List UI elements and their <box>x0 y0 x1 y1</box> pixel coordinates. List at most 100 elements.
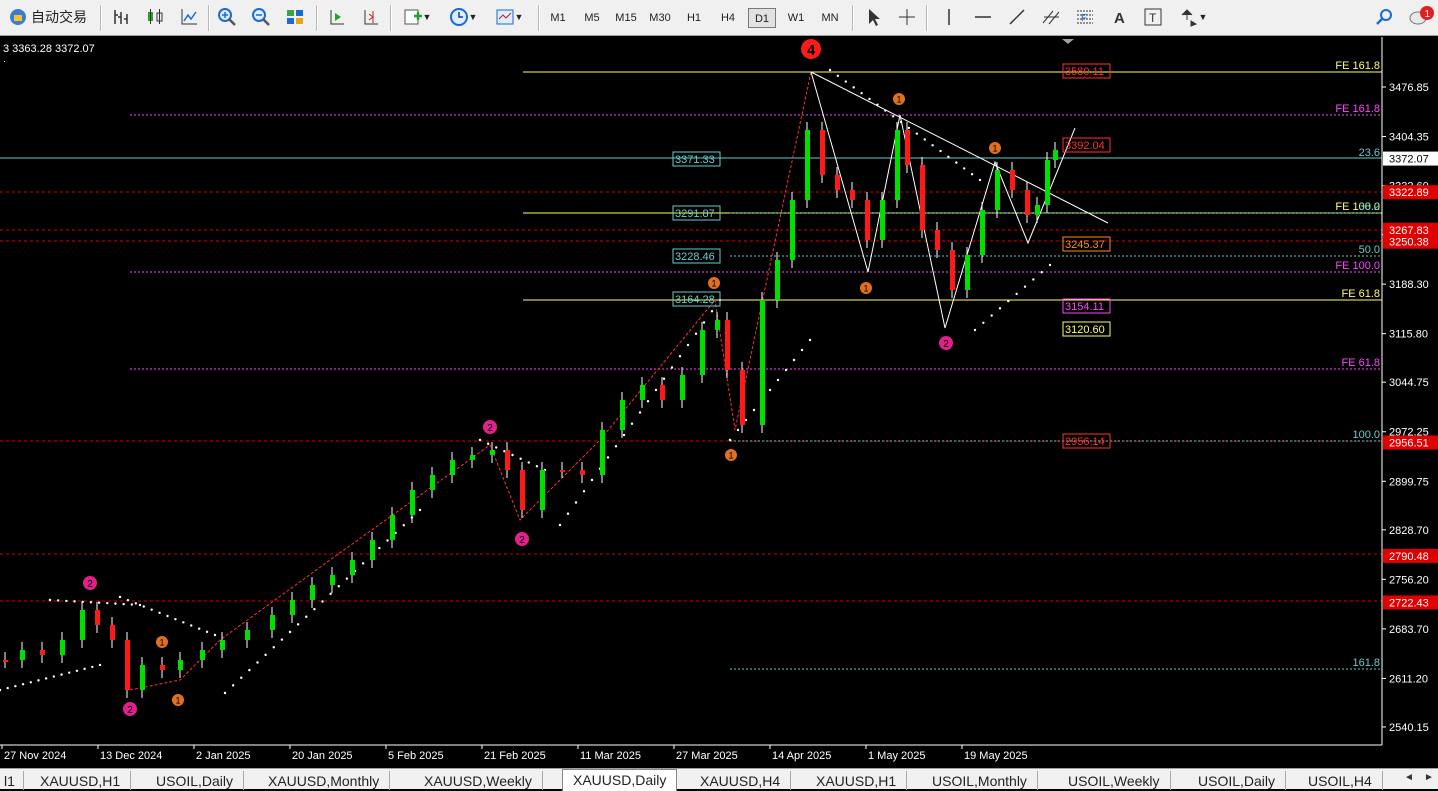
crosshair-button[interactable] <box>894 5 920 29</box>
chart-tab[interactable]: XAUUSD,H4 <box>690 771 792 790</box>
fib-level-label: FE 161.8 <box>1335 103 1380 115</box>
sar-dot <box>126 598 130 602</box>
price-tick-label: 2828.70 <box>1389 525 1429 537</box>
sar-dot <box>166 614 169 618</box>
candle-body <box>125 640 130 690</box>
bar-chart-button[interactable] <box>108 5 134 29</box>
date-tick-label: 1 May 2025 <box>868 750 925 762</box>
cursor-button[interactable] <box>860 5 886 29</box>
wave-2-label: 2 <box>943 339 949 350</box>
sar-dot <box>630 422 634 425</box>
timeframe-m30[interactable]: M30 <box>646 8 674 28</box>
candle-body <box>410 490 415 515</box>
price-tick-label: 3044.75 <box>1389 377 1429 389</box>
sar-dot <box>891 115 895 118</box>
candle-body <box>725 320 730 370</box>
candle-body <box>490 450 495 455</box>
sar-dot <box>808 338 812 342</box>
arrows-button[interactable]: ▼ <box>1174 5 1212 29</box>
candle-body <box>310 585 315 600</box>
fibonacci-button[interactable]: F <box>1072 5 1098 29</box>
candle-body <box>110 625 115 640</box>
arrows-icon <box>1181 9 1197 27</box>
sar-dot <box>495 446 498 449</box>
chart-tab[interactable]: XAUUSD,Daily <box>562 769 678 791</box>
price-level-tag-label: 2790.48 <box>1389 551 1429 563</box>
periods-button[interactable]: ▼ <box>444 5 482 29</box>
sar-dot <box>752 408 756 412</box>
sar-dot <box>89 601 93 604</box>
vertical-line-button[interactable] <box>936 5 962 29</box>
candle-body <box>835 175 840 190</box>
line-chart-button[interactable] <box>176 5 202 29</box>
fib-level-label: 161.8 <box>1352 657 1380 669</box>
timeframe-w1[interactable]: W1 <box>782 8 810 28</box>
candle-body <box>820 130 825 175</box>
sar-dot <box>736 428 740 432</box>
svg-text:F: F <box>1081 13 1087 24</box>
sar-dot <box>272 646 275 649</box>
text-label-button[interactable]: T <box>1140 5 1166 29</box>
autotrade-button[interactable]: 自动交易 <box>2 5 94 29</box>
text-label-icon: T <box>1144 8 1162 26</box>
chart-tab[interactable]: XAUUSD,Weekly <box>414 771 543 790</box>
candlestick-button[interactable] <box>142 5 168 29</box>
chat-icon: 1 <box>1409 6 1434 25</box>
date-tick-label: 27 Mar 2025 <box>676 750 738 762</box>
chart-tab[interactable]: USOIL,H4 <box>1298 771 1383 790</box>
chart-tab[interactable]: XAUUSD,Monthly <box>258 771 391 790</box>
sar-dot <box>852 86 855 89</box>
candle-body <box>350 560 355 575</box>
horizontal-line-button[interactable] <box>970 5 996 29</box>
timeframe-d1[interactable]: D1 <box>748 8 776 28</box>
price-box-label: 3245.37 <box>1065 239 1105 251</box>
tab-scroll-right-icon[interactable]: ► <box>1424 772 1434 783</box>
chart-tab[interactable]: XAUUSD,H1 <box>30 771 132 790</box>
text-button[interactable]: A <box>1106 5 1132 29</box>
candle-body <box>270 615 275 630</box>
chart-shift-button[interactable] <box>358 5 384 29</box>
sar-dot <box>955 161 958 164</box>
candle-body <box>995 170 1000 210</box>
chart-tab[interactable]: USOIL,Weekly <box>1058 771 1171 790</box>
autotrade-icon <box>10 9 26 25</box>
price-tick-label: 3188.30 <box>1389 279 1429 291</box>
candle-body <box>580 470 585 475</box>
sar-dot <box>694 332 698 335</box>
sar-dot <box>973 328 977 332</box>
candle-body <box>245 630 250 640</box>
tab-partial[interactable]: l1 <box>0 771 24 790</box>
chart-tab[interactable]: XAUUSD,H1 <box>806 771 908 790</box>
indicators-button[interactable]: ▼ <box>398 5 436 29</box>
chart-tab[interactable]: USOIL,Daily <box>1188 771 1287 790</box>
tile-windows-button[interactable] <box>282 5 308 29</box>
timeframe-m1[interactable]: M1 <box>544 8 572 28</box>
price-chart[interactable]: FE 161.8FE 161.823.6FE 100.038.250.0FE 1… <box>0 37 1438 768</box>
channel-button[interactable] <box>1038 5 1064 29</box>
sar-dot <box>248 668 251 672</box>
search-button[interactable] <box>1372 5 1398 29</box>
notifications-button[interactable]: 1 <box>1406 5 1436 29</box>
timeframe-m5[interactable]: M5 <box>578 8 606 28</box>
autoscroll-button[interactable] <box>324 5 350 29</box>
chart-tab[interactable]: USOIL,Monthly <box>922 771 1038 790</box>
sar-dot <box>280 638 284 641</box>
timeframe-h4[interactable]: H4 <box>714 8 742 28</box>
trendline-icon <box>1009 9 1025 25</box>
candle-body <box>330 575 335 585</box>
chart-tab[interactable]: USOIL,Daily <box>146 771 245 790</box>
sar-dot <box>134 602 138 605</box>
timeframe-h1[interactable]: H1 <box>680 8 708 28</box>
sar-dot <box>638 411 642 414</box>
templates-button[interactable]: ▼ <box>490 5 528 29</box>
sar-dot <box>305 615 308 618</box>
timeframe-mn[interactable]: MN <box>816 8 844 28</box>
sar-dot <box>963 167 966 170</box>
date-tick-label: 19 May 2025 <box>964 750 1028 762</box>
tab-scroll-left-icon[interactable]: ◄ <box>1404 772 1414 783</box>
trendline-button[interactable] <box>1004 5 1030 29</box>
zoom-out-button[interactable] <box>248 5 274 29</box>
zoom-in-button[interactable] <box>214 5 240 29</box>
timeframe-m15[interactable]: M15 <box>612 8 640 28</box>
sar-dot <box>1032 278 1035 281</box>
